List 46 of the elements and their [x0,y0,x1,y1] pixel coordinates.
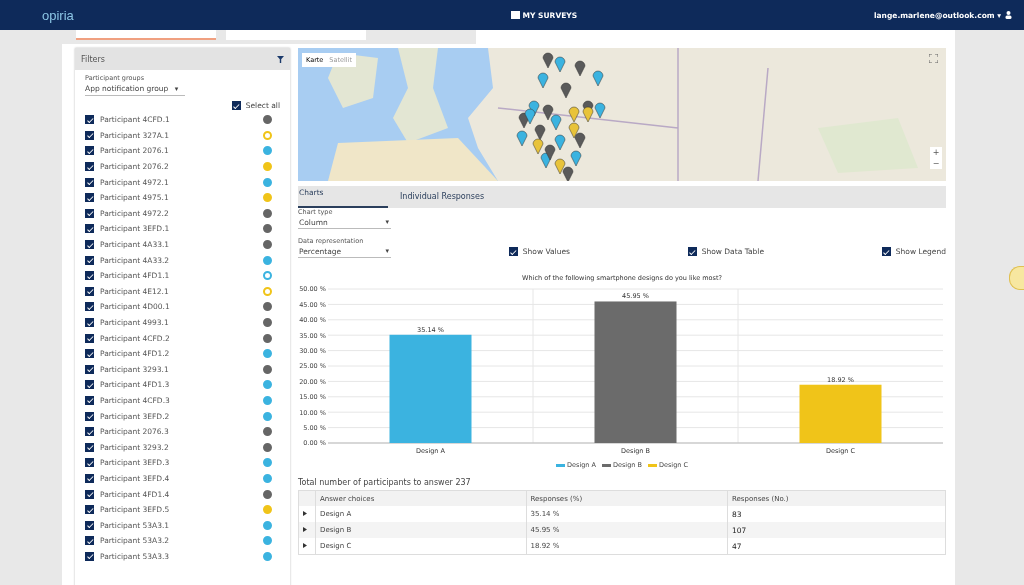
participant-checkbox[interactable] [85,318,94,327]
option-checkbox[interactable] [687,247,697,256]
filters-title: Filters [81,54,105,64]
participant-checkbox[interactable] [85,177,94,187]
fullscreen-icon[interactable] [929,54,938,63]
participant-checkbox[interactable] [85,146,94,156]
participant-checkbox[interactable] [85,380,94,390]
participant-checkbox[interactable] [85,473,94,483]
total-participants-text: Total number of participants to answer 237 [298,478,472,487]
participant-checkbox[interactable] [85,364,94,374]
filter-icon[interactable] [277,55,284,63]
participant-checkbox[interactable] [85,271,94,281]
person-icon [1005,11,1012,19]
participant-checkbox[interactable] [85,551,94,561]
participant-checkbox[interactable] [85,193,94,203]
participant-checkbox[interactable] [85,536,94,546]
participant-checkbox[interactable] [85,130,94,140]
option-checkbox[interactable] [881,247,891,256]
participant-checkbox[interactable] [85,286,94,296]
participant-checkbox[interactable] [85,520,94,530]
participant-checkbox[interactable] [85,162,94,172]
participant-checkbox[interactable] [85,442,94,452]
participant-checkbox[interactable] [85,302,94,312]
option-checkbox[interactable] [508,247,518,256]
expand-icon[interactable] [303,543,307,548]
side-handle[interactable] [1009,266,1024,290]
participant-checkbox[interactable] [85,240,94,250]
participant-checkbox[interactable] [85,115,94,125]
participant-checkbox[interactable] [85,411,94,421]
tab[interactable]: Individual Responses [388,186,497,208]
participant-checkbox[interactable] [85,396,94,405]
participant-checkbox[interactable] [85,333,94,343]
zoom-in-button[interactable]: + [930,147,942,158]
participant-checkbox[interactable] [85,255,94,265]
expand-icon[interactable] [303,511,307,516]
participant-checkbox[interactable] [85,224,94,234]
select-all-checkbox[interactable] [231,101,241,110]
logo[interactable]: opiria [42,7,74,23]
participant-checkbox[interactable] [85,458,94,468]
participant-checkbox[interactable] [85,489,94,499]
participant-checkbox[interactable] [85,349,94,359]
expand-icon[interactable] [303,527,307,532]
document-icon [510,11,520,19]
participant-checkbox[interactable] [85,427,94,437]
participant-checkbox[interactable] [85,208,94,218]
participant-checkbox[interactable] [85,505,94,515]
